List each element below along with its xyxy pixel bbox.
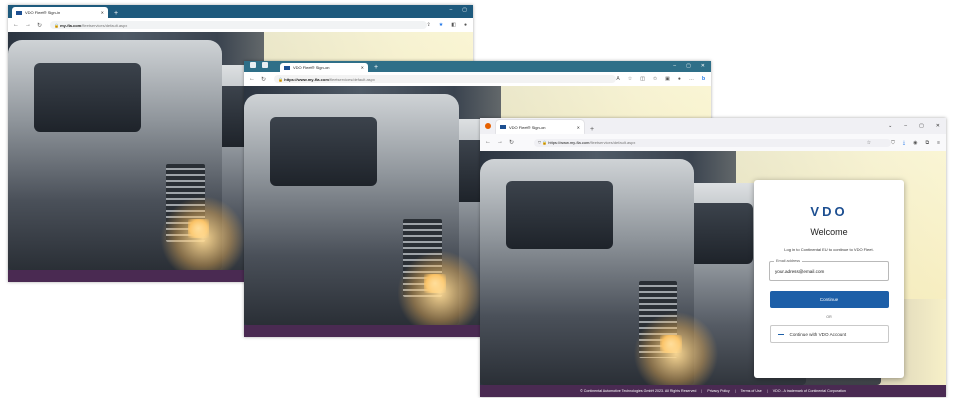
browser-tab[interactable]: VDO Fleet® Sign-on ✕ [280,63,368,72]
url-host: my-fla.com [60,22,82,28]
url-path: /fleetservices/default.aspx [589,140,636,145]
new-tab-icon[interactable]: + [374,63,378,72]
menu-icon[interactable]: ≡ [937,140,940,146]
browser-window-firefox: VDO Fleet® Sign-on ✕ + ⌄ – ▢ ✕ ← → ↻ ⛉ 🔒… [480,118,946,397]
vdo-logo: VDO [810,204,848,219]
address-bar: ← ↻ 🔒 https://www.my-fla.com/fleetservic… [244,72,711,87]
close-icon[interactable]: ✕ [936,118,940,134]
tab-title: VDO Fleet® Sign-on [509,124,546,130]
toolbar: ⛉ ⤓ ◉ ⧉ ≡ [891,140,940,146]
pocket-icon[interactable]: ⛉ [891,140,895,146]
nav-buttons: ← → ↻ [13,22,42,29]
trademark-text: VDO - A trademark of Continental Corpora… [772,389,846,393]
tab-close-icon[interactable]: ✕ [101,10,104,15]
collections-icon[interactable]: ▣ [665,76,670,82]
url-host: https://www.my-fla.com [284,76,329,82]
reload-icon[interactable]: ↻ [261,76,266,83]
minimize-icon[interactable]: – [673,61,676,72]
vdo-favicon-icon [284,65,290,70]
list-tabs-icon[interactable]: ⌄ [888,118,892,134]
tab-bar: VDO Fleet® Sign-in ✕ + – ▢ [8,5,473,18]
nav-buttons: ← → ↻ [485,139,514,146]
maximize-icon[interactable]: ▢ [919,118,924,134]
profile-icon[interactable]: ● [464,22,467,28]
split-screen-icon[interactable]: ◫ [640,76,645,82]
back-icon[interactable]: ← [249,76,255,83]
terms-of-use-link[interactable]: Terms of Use [741,389,762,393]
address-bar: ← → ↻ 🔒 my-fla.com/fleetservices/default… [8,18,473,33]
read-aloud-icon[interactable]: A [616,76,619,82]
email-field[interactable]: Email address your.adress@email.com [769,259,889,281]
url-field[interactable]: ⛉ 🔒 https://www.my-fla.com/fleetservices… [534,138,892,147]
star-icon[interactable]: ★ [439,22,443,28]
url-field[interactable]: 🔒 my-fla.com/fleetservices/default.aspx [50,21,427,29]
tab-close-icon[interactable]: ✕ [577,125,580,130]
toolbar: ⇪ ★ ◧ ● [427,22,467,28]
footer-separator: | [701,389,703,393]
continue-button[interactable]: Continue [769,291,889,308]
login-card: VDO Welcome Log in to Continental EU to … [754,180,904,378]
browser-tab[interactable]: VDO Fleet® Sign-in ✕ [12,7,108,18]
reload-icon[interactable]: ↻ [37,22,42,29]
tab-bar: VDO Fleet® Sign-on ✕ + – ▢ ✕ [244,61,711,72]
maximize-icon[interactable]: ▢ [686,61,691,72]
footer-separator: | [734,389,736,393]
vdo-account-icon [777,333,784,335]
window-controls: ⌄ – ▢ ✕ [888,118,940,134]
email-label: Email address [774,259,803,263]
toolbar: A ☆ ◫ ✩ ▣ ● … b [616,76,705,82]
new-tab-icon[interactable]: + [114,9,118,18]
workspaces-icon[interactable] [250,62,256,68]
url-path: /fleetservices/default.aspx [81,22,128,28]
url-path: /fleetservices/default.aspx [328,76,375,82]
extensions-icon[interactable]: ⧉ [926,140,930,146]
tab-title: VDO Fleet® Sign-in [25,10,61,15]
url-host: https://www.my-fla.com [548,140,590,145]
firefox-view-icon[interactable] [485,123,491,129]
nav-buttons: ← ↻ [249,76,266,83]
browser-tab[interactable]: VDO Fleet® Sign-on ✕ [496,120,584,134]
bing-icon[interactable]: b [702,76,705,82]
back-icon[interactable]: ← [13,22,19,29]
or-divider: OR [826,315,832,319]
tab-bar: VDO Fleet® Sign-on ✕ + ⌄ – ▢ ✕ [480,118,946,134]
tab-close-icon[interactable]: ✕ [361,65,364,70]
new-tab-icon[interactable]: + [590,125,594,134]
forward-icon[interactable]: → [497,139,503,146]
tab-actions-icon[interactable] [262,62,268,68]
favorites-icon[interactable]: ✩ [653,76,657,82]
star-icon[interactable]: ☆ [628,76,632,82]
privacy-policy-link[interactable]: Privacy Policy [707,389,729,393]
vdo-favicon-icon [500,125,506,129]
sidebar-icon[interactable]: ◧ [451,22,456,28]
tab-title: VDO Fleet® Sign-on [293,65,330,70]
back-icon[interactable]: ← [485,139,491,146]
maximize-icon[interactable]: ▢ [462,5,467,16]
window-controls: – ▢ ✕ [673,61,705,72]
download-icon[interactable]: ⤓ [903,140,905,146]
copyright-text: © Continental Automotive Technologies Gm… [580,389,697,393]
page-footer: © Continental Automotive Technologies Gm… [480,385,946,397]
minimize-icon[interactable]: – [904,118,907,134]
close-icon[interactable]: ✕ [701,61,705,72]
vdo-account-label: Continue with VDO Account [789,331,847,337]
star-icon[interactable]: ☆ [867,140,871,146]
window-controls: – ▢ [449,5,467,16]
url-field[interactable]: 🔒 https://www.my-fla.com/fleetservices/d… [274,75,617,83]
forward-icon[interactable]: → [25,22,31,29]
account-icon[interactable]: ◉ [913,140,917,146]
welcome-heading: Welcome [810,227,848,237]
email-value[interactable]: your.adress@email.com [775,269,824,274]
profile-icon[interactable]: ● [678,76,681,82]
vdo-favicon-icon [16,10,22,15]
vdo-account-button[interactable]: Continue with VDO Account [769,325,889,343]
share-icon[interactable]: ⇪ [427,22,431,28]
reload-icon[interactable]: ↻ [509,139,514,146]
login-description: Log in to Continental EU to continue to … [784,247,874,252]
page-content: VDO Welcome Log in to Continental EU to … [480,151,946,397]
address-bar: ← → ↻ ⛉ 🔒 https://www.my-fla.com/fleetse… [480,134,946,152]
footer-separator: | [766,389,768,393]
minimize-icon[interactable]: – [449,5,452,16]
more-icon[interactable]: … [689,76,694,82]
